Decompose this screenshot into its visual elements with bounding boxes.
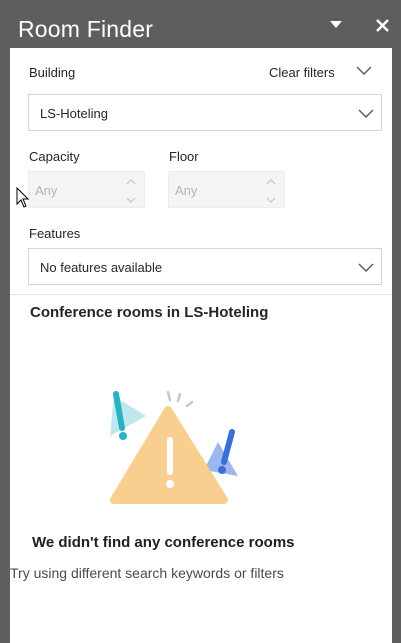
building-select-value: LS-Hoteling [40, 106, 108, 121]
stepper-arrows-icon[interactable] [126, 176, 136, 206]
floor-stepper[interactable]: Any [168, 171, 285, 208]
mouse-pointer-icon [16, 187, 30, 208]
chevron-down-icon [358, 109, 374, 118]
features-select-value: No features available [40, 260, 163, 275]
filter-panel: Building Clear filters LS-Hoteling Capac… [10, 48, 392, 643]
floor-label: Floor [169, 149, 199, 164]
building-label: Building [29, 65, 76, 80]
empty-state-title: We didn't find any conference rooms [32, 534, 295, 551]
window-title: Room Finder [18, 16, 154, 42]
room-finder-window: Room Finder Building Clear filters LS-Ho… [0, 0, 401, 643]
stepper-arrows-icon[interactable] [266, 176, 276, 206]
section-divider [10, 294, 392, 295]
capacity-label: Capacity [29, 149, 80, 164]
close-icon[interactable] [371, 14, 393, 36]
window-edge [392, 48, 401, 643]
features-label: Features [29, 226, 81, 241]
clear-filters-link[interactable]: Clear filters [269, 65, 335, 80]
title-bar: Room Finder [0, 0, 401, 48]
floor-input[interactable]: Any [175, 183, 197, 198]
results-heading: Conference rooms in LS-Hoteling [30, 304, 269, 321]
triangle-down-icon[interactable] [325, 14, 347, 36]
warning-illustration-icon [110, 390, 238, 504]
capacity-input[interactable]: Any [35, 183, 57, 198]
features-select[interactable]: No features available [28, 248, 382, 285]
collapse-filters-chevron-icon[interactable] [356, 66, 372, 76]
chevron-down-icon [358, 263, 374, 272]
capacity-stepper[interactable]: Any [28, 171, 145, 208]
empty-state-subtitle: Try using different search keywords or f… [10, 565, 284, 581]
building-select[interactable]: LS-Hoteling [28, 94, 382, 131]
